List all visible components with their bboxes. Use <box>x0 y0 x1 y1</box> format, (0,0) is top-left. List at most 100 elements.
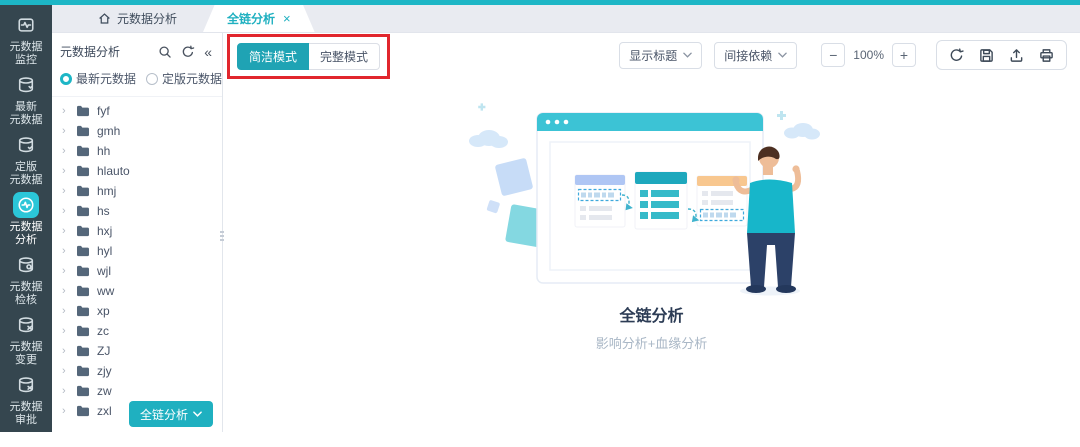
tree-item-label: zc <box>97 324 109 338</box>
panel-title: 元数据分析 <box>60 43 158 60</box>
sidebar-item-metadata-approval[interactable]: 元数据审批 <box>10 372 43 427</box>
complete-mode-button[interactable]: 完整模式 <box>309 43 380 70</box>
folder-icon <box>76 345 90 357</box>
chevron-right-icon[interactable]: › <box>62 386 69 396</box>
chevron-right-icon[interactable]: › <box>62 366 69 376</box>
chevron-down-icon <box>193 411 202 417</box>
tree-item[interactable]: ›hlauto <box>52 161 222 181</box>
chevron-right-icon[interactable]: › <box>62 126 69 136</box>
sidebar-item-metadata-monitor[interactable]: 元数据监控 <box>10 12 43 67</box>
chevron-right-icon[interactable]: › <box>62 206 69 216</box>
analysis-canvas: 简洁模式 完整模式 显示标题 间接依赖 − 100% + <box>223 33 1080 432</box>
chevron-right-icon[interactable]: › <box>62 406 69 416</box>
sidebar-item-metadata-inspection[interactable]: 元数据检核 <box>10 252 43 307</box>
tree-item[interactable]: › zc <box>52 321 222 341</box>
chevron-right-icon[interactable]: › <box>62 166 69 176</box>
show-title-dropdown[interactable]: 显示标题 <box>619 42 702 69</box>
tree-item[interactable]: › ww <box>52 281 222 301</box>
radio-selected-icon <box>60 73 72 85</box>
red-annotation-box: 简洁模式 完整模式 <box>227 34 390 79</box>
full-chain-analysis-button[interactable]: 全链分析 <box>129 401 213 427</box>
chevron-down-icon <box>778 52 787 58</box>
close-icon[interactable]: × <box>283 11 291 26</box>
refresh-icon[interactable] <box>181 45 195 59</box>
tree-item-label: hh <box>97 144 110 158</box>
tree-item[interactable]: › gmh <box>52 121 222 141</box>
tree-item[interactable]: ›hxj <box>52 221 222 241</box>
zoom-level: 100% <box>853 48 884 62</box>
top-accent-strip <box>0 0 1080 5</box>
simple-mode-button[interactable]: 简洁模式 <box>237 43 309 70</box>
database-approval-icon <box>13 372 39 398</box>
search-icon[interactable] <box>158 45 172 59</box>
chevron-right-icon[interactable]: › <box>62 226 69 236</box>
tree-item[interactable]: › zw <box>52 381 222 401</box>
folder-icon <box>76 125 90 137</box>
tab-full-chain-analysis[interactable]: 全链分析 × <box>203 4 315 32</box>
indirect-dependency-dropdown[interactable]: 间接依赖 <box>714 42 797 69</box>
empty-state: 全链分析 影响分析+血缘分析 <box>223 103 1080 352</box>
tree-item[interactable]: › wjl <box>52 261 222 281</box>
folder-icon <box>76 325 90 337</box>
sidebar-more-dots[interactable]: ••• <box>17 435 35 447</box>
folder-icon <box>76 405 90 417</box>
chevron-right-icon[interactable]: › <box>62 286 69 296</box>
radio-versioned-metadata[interactable]: 定版元数据 <box>146 70 222 87</box>
tree-item[interactable]: ›ZJ <box>52 341 222 361</box>
chevron-right-icon[interactable]: › <box>62 106 69 116</box>
panel-resize-handle[interactable] <box>219 225 225 247</box>
sidebar-item-label: 元数据分析 <box>10 221 43 247</box>
collapse-panel-icon[interactable]: « <box>204 46 212 58</box>
chevron-right-icon[interactable]: › <box>62 186 69 196</box>
zoom-in-button[interactable]: + <box>892 43 916 67</box>
tree-item[interactable]: ›hmj <box>52 181 222 201</box>
radio-unselected-icon <box>146 73 158 85</box>
metadata-source-radios: 最新元数据 定版元数据 <box>52 67 222 97</box>
sidebar-item-label: 定版元数据 <box>10 161 43 187</box>
folder-icon <box>76 225 90 237</box>
tab-bar: 元数据分析 全链分析 × <box>52 5 1080 33</box>
refresh-icon[interactable] <box>949 48 964 63</box>
chevron-right-icon[interactable]: › <box>62 306 69 316</box>
chevron-right-icon[interactable]: › <box>62 326 69 336</box>
mode-switcher: 简洁模式 完整模式 <box>237 43 380 70</box>
tree-item[interactable]: ›hyl <box>52 241 222 261</box>
chevron-right-icon[interactable]: › <box>62 266 69 276</box>
tree-item[interactable]: › hs <box>52 201 222 221</box>
tree-item[interactable]: › zjy <box>52 361 222 381</box>
tree-item-label: zjy <box>97 364 112 378</box>
radio-label: 定版元数据 <box>162 70 222 87</box>
metadata-folder-tree: ›fyf › gmh › hh ›hlauto ›hmj › hs ›hxj ›hyl… <box>52 97 222 421</box>
folder-icon <box>76 365 90 377</box>
tree-item-label: hs <box>97 204 110 218</box>
radio-latest-metadata[interactable]: 最新元数据 <box>60 70 136 87</box>
folder-icon <box>76 285 90 297</box>
sidebar-item-metadata-analysis[interactable]: 元数据分析 <box>10 192 43 247</box>
dropdown-label: 间接依赖 <box>724 47 772 64</box>
chevron-right-icon[interactable]: › <box>62 146 69 156</box>
zoom-out-button[interactable]: − <box>821 43 845 67</box>
tree-item[interactable]: ›fyf <box>52 101 222 121</box>
tree-item[interactable]: ›xp <box>52 301 222 321</box>
database-change-icon <box>13 312 39 338</box>
chevron-down-icon <box>683 52 692 58</box>
canvas-toolbar: 显示标题 间接依赖 − 100% + <box>607 40 1067 70</box>
sidebar-item-latest-metadata[interactable]: 最新元数据 <box>10 72 43 127</box>
tree-item[interactable]: › hh <box>52 141 222 161</box>
folder-icon <box>76 245 90 257</box>
tree-item-label: ww <box>97 284 114 298</box>
chevron-right-icon[interactable]: › <box>62 246 69 256</box>
tab-metadata-analysis-home[interactable]: 元数据分析 <box>82 4 193 32</box>
save-icon[interactable] <box>979 48 994 63</box>
export-icon[interactable] <box>1009 48 1024 63</box>
sidebar-item-versioned-metadata[interactable]: 定版元数据 <box>10 132 43 187</box>
tree-item-label: wjl <box>97 264 111 278</box>
tree-item-label: gmh <box>97 124 120 138</box>
sidebar-item-metadata-change[interactable]: 元数据变更 <box>10 312 43 367</box>
chevron-right-icon[interactable]: › <box>62 346 69 356</box>
empty-state-illustration <box>452 103 852 298</box>
empty-state-title: 全链分析 <box>619 302 683 326</box>
print-icon[interactable] <box>1039 48 1054 63</box>
tree-item-label: zw <box>97 384 112 398</box>
database-new-icon <box>13 72 39 98</box>
